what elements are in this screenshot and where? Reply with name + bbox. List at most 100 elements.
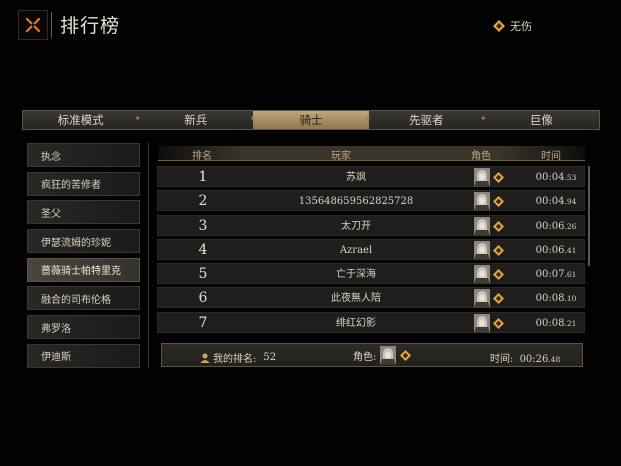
boss-name: 伊迪斯 xyxy=(41,352,71,364)
header-divider xyxy=(51,12,52,38)
table-row[interactable]: 5 亡于深海 00:07.61 xyxy=(157,263,585,285)
tab-0[interactable]: 标准模式 xyxy=(23,111,138,129)
mode-label: 无伤 xyxy=(510,20,532,33)
time-cell: 00:04.53 xyxy=(536,167,577,188)
character-portrait-icon xyxy=(474,192,490,212)
player-cell: 太刀开 xyxy=(341,220,371,232)
character-cell xyxy=(474,240,504,260)
side-divider xyxy=(148,143,149,368)
diamond-icon xyxy=(493,244,504,256)
rank-cell: 3 xyxy=(198,217,208,234)
diamond-icon xyxy=(493,269,504,281)
tab-2[interactable]: 骑士 xyxy=(249,111,369,129)
header-player: 玩家 xyxy=(331,151,351,162)
character-portrait-icon xyxy=(474,265,490,285)
time-cell: 00:04.94 xyxy=(536,191,577,212)
player-cell: 135648659562825728 xyxy=(298,196,414,208)
table-row[interactable]: 6 此夜無人陪 00:08.10 xyxy=(157,287,585,309)
boss-list-item[interactable]: 弗罗洛 xyxy=(27,315,140,340)
character-portrait-icon xyxy=(474,313,490,333)
boss-name: 伊瑟流姆的珍妮 xyxy=(41,237,111,249)
table-row[interactable]: 3 太刀开 00:06.26 xyxy=(157,214,585,237)
header-time: 时间 xyxy=(541,151,561,162)
tab-label: 标准模式 xyxy=(57,113,104,127)
time-value: 00:04 xyxy=(535,196,565,208)
character-portrait-icon xyxy=(474,240,490,260)
table-row[interactable]: 7 绯红幻影 00:08.21 xyxy=(157,311,585,334)
rank-cell: 6 xyxy=(198,290,208,307)
time-cell: 00:06.41 xyxy=(536,240,577,261)
character-portrait-icon xyxy=(474,168,490,187)
player-cell: Azrael xyxy=(339,244,373,256)
time-cell: 00:06.26 xyxy=(536,216,577,237)
character-cell xyxy=(474,265,504,285)
boss-name: 融合的司布伦格 xyxy=(41,294,111,306)
player-cell: 亡于深海 xyxy=(336,269,376,281)
character-cell xyxy=(474,289,504,309)
boss-name: 疯狂的苦修者 xyxy=(41,180,101,192)
tab-4[interactable]: 巨像 xyxy=(480,111,599,129)
time-ms: .26 xyxy=(564,221,577,231)
diamond-icon xyxy=(493,220,504,232)
time-value: 00:04 xyxy=(535,172,565,183)
time-ms: .41 xyxy=(564,245,577,255)
time-value: 00:06 xyxy=(535,220,565,232)
my-rank-time: 时间: 00:26.48 xyxy=(490,350,560,365)
my-rank-value: 52 xyxy=(263,352,277,363)
boss-list-item[interactable]: 执念 xyxy=(27,143,140,167)
rank-cell: 2 xyxy=(198,193,208,210)
time-ms: .61 xyxy=(564,270,577,280)
time-cell: 00:08.21 xyxy=(536,313,577,334)
character-cell xyxy=(474,216,504,236)
character-portrait-icon xyxy=(474,289,490,309)
diamond-icon xyxy=(493,293,504,305)
my-rank-info: 我的排名: 52 xyxy=(200,350,276,365)
time-ms: .10 xyxy=(564,294,577,304)
boss-list-item[interactable]: 融合的司布伦格 xyxy=(27,286,140,311)
time-value: 00:07 xyxy=(535,269,565,281)
my-rank-label: 我的排名: xyxy=(213,354,257,365)
boss-name: 执念 xyxy=(41,151,61,163)
tab-label: 新兵 xyxy=(184,113,208,127)
my-rank-character: 角色: xyxy=(353,346,412,365)
boss-name: 蔷薇骑士帕特里克 xyxy=(41,266,121,278)
time-ms: .53 xyxy=(564,173,577,182)
my-rank-time-label: 时间: xyxy=(490,354,514,365)
my-rank-bar: 我的排名: 52 角色: 时间: 00:26.48 xyxy=(161,343,583,367)
rank-cell: 7 xyxy=(198,314,208,331)
character-cell xyxy=(474,192,504,212)
character-cell xyxy=(474,313,504,333)
my-rank-time-ms: .48 xyxy=(548,355,561,364)
diamond-icon xyxy=(493,196,504,208)
table-row[interactable]: 1 苏飒 00:04.53 xyxy=(157,166,585,187)
scrollbar[interactable] xyxy=(588,166,590,266)
character-portrait-icon xyxy=(474,216,490,236)
close-button[interactable] xyxy=(18,10,48,40)
diamond-icon xyxy=(493,172,504,183)
rank-cell: 1 xyxy=(198,169,208,185)
header-rank: 排名 xyxy=(192,151,212,162)
time-ms: .21 xyxy=(564,318,577,328)
boss-list-item[interactable]: 蔷薇骑士帕特里克 xyxy=(27,257,140,282)
table-row[interactable]: 4 Azrael 00:06.41 xyxy=(157,238,585,261)
page-title: 排行榜 xyxy=(60,15,121,37)
time-cell: 00:08.10 xyxy=(536,288,577,309)
table-row[interactable]: 2 135648659562825728 00:04.94 xyxy=(157,190,585,212)
header-character: 角色 xyxy=(471,151,491,162)
boss-list-item[interactable]: 圣父 xyxy=(27,200,140,225)
difficulty-tabs: 标准模式 新兵 骑士 先驱者 巨像 xyxy=(22,110,600,130)
tab-1[interactable]: 新兵 xyxy=(134,111,253,129)
time-ms: .94 xyxy=(564,197,577,207)
boss-list-item[interactable]: 伊迪斯 xyxy=(27,343,140,368)
boss-list-item[interactable]: 伊瑟流姆的珍妮 xyxy=(27,229,140,254)
boss-list-item[interactable]: 疯狂的苦修者 xyxy=(27,171,140,196)
rank-cell: 4 xyxy=(198,241,208,258)
boss-list: 执念疯狂的苦修者圣父伊瑟流姆的珍妮 蔷薇骑士帕特里克 融合的司布伦格弗罗洛伊迪斯 xyxy=(27,143,140,373)
tab-label: 巨像 xyxy=(529,113,553,127)
tab-label: 骑士 xyxy=(299,113,323,127)
mode-badge: 无伤 xyxy=(493,18,532,34)
tab-3[interactable]: 先驱者 xyxy=(365,111,484,129)
diamond-icon xyxy=(400,350,412,361)
player-cell: 此夜無人陪 xyxy=(331,293,381,305)
my-rank-time-value: 00:26 xyxy=(519,354,549,365)
